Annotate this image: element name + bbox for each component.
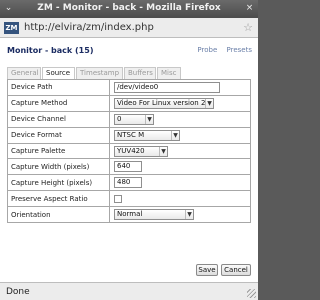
- chevron-down-icon: ▼: [205, 98, 213, 108]
- cancel-button[interactable]: Cancel: [221, 264, 251, 276]
- header-links: Probe Presets: [190, 46, 252, 54]
- table-row: Device Path /dev/video0: [7, 79, 251, 96]
- chevron-down-icon: ▼: [145, 114, 153, 124]
- preserve-aspect-ratio-checkbox[interactable]: [114, 194, 122, 203]
- close-icon[interactable]: ×: [244, 3, 255, 14]
- device-channel-value: 0: [117, 114, 122, 123]
- table-row: Capture Width (pixels) 640: [7, 158, 251, 176]
- device-path-label: Device Path: [7, 79, 110, 96]
- device-channel-select[interactable]: 0 ▼: [114, 113, 154, 125]
- chevron-down-icon: ▼: [159, 146, 167, 156]
- resize-grip-icon[interactable]: [247, 289, 256, 298]
- capture-palette-label: Capture Palette: [7, 142, 110, 160]
- capture-method-label: Capture Method: [7, 94, 110, 112]
- page-content: Monitor - back (15) Probe Presets Genera…: [0, 38, 258, 282]
- table-row: Capture Palette YUV420 ▼: [7, 142, 251, 160]
- device-path-input[interactable]: /dev/video0: [114, 81, 220, 93]
- table-row: Orientation Normal ▼: [7, 206, 251, 224]
- table-row: Capture Height (pixels) 480: [7, 174, 251, 192]
- device-format-select[interactable]: NTSC M ▼: [114, 129, 180, 141]
- presets-link[interactable]: Presets: [227, 46, 252, 54]
- status-text: Done: [6, 287, 30, 297]
- save-button[interactable]: Save: [196, 264, 218, 276]
- device-channel-label: Device Channel: [7, 110, 110, 128]
- capture-method-value: Video For Linux version 2: [117, 98, 206, 107]
- capture-method-select[interactable]: Video For Linux version 2 ▼: [114, 97, 214, 109]
- star-icon[interactable]: ☆: [243, 21, 253, 34]
- tab-buffers[interactable]: Buffers: [124, 67, 156, 79]
- tab-misc[interactable]: Misc: [157, 67, 181, 79]
- probe-link[interactable]: Probe: [197, 46, 217, 54]
- capture-height-label: Capture Height (pixels): [7, 174, 110, 192]
- table-row: Capture Method Video For Linux version 2…: [7, 94, 251, 112]
- capture-height-input[interactable]: 480: [114, 177, 142, 189]
- window-title: ZM - Monitor - back - Mozilla Firefox: [37, 3, 221, 13]
- chevron-down-icon: ▼: [185, 210, 193, 220]
- capture-palette-value: YUV420: [117, 146, 145, 155]
- table-row: Device Format NTSC M ▼: [7, 126, 251, 144]
- address-bar[interactable]: ZM http://elvira/zm/index.php ☆: [0, 18, 258, 38]
- chevron-down-icon: ▼: [171, 130, 179, 140]
- orientation-select[interactable]: Normal ▼: [114, 209, 194, 221]
- url-text[interactable]: http://elvira/zm/index.php: [24, 22, 154, 33]
- orientation-label: Orientation: [7, 206, 110, 224]
- capture-palette-select[interactable]: YUV420 ▼: [114, 145, 168, 157]
- favicon-icon: ZM: [4, 22, 19, 34]
- device-format-label: Device Format: [7, 126, 110, 144]
- source-settings-table: Device Path /dev/video0 Capture Method V…: [7, 79, 251, 224]
- page-title: Monitor - back (15): [7, 46, 94, 55]
- tab-timestamp[interactable]: Timestamp: [76, 67, 123, 79]
- table-row: Device Channel 0 ▼: [7, 110, 251, 128]
- status-bar: Done: [0, 282, 258, 300]
- table-row: Preserve Aspect Ratio: [7, 190, 251, 208]
- orientation-value: Normal: [117, 210, 143, 219]
- capture-width-label: Capture Width (pixels): [7, 158, 110, 176]
- tab-general[interactable]: General: [7, 67, 41, 79]
- device-format-value: NTSC M: [117, 130, 145, 139]
- capture-width-input[interactable]: 640: [114, 161, 142, 173]
- preserve-aspect-ratio-label: Preserve Aspect Ratio: [7, 190, 110, 208]
- window-titlebar: ⌄ ZM - Monitor - back - Mozilla Firefox …: [0, 0, 258, 18]
